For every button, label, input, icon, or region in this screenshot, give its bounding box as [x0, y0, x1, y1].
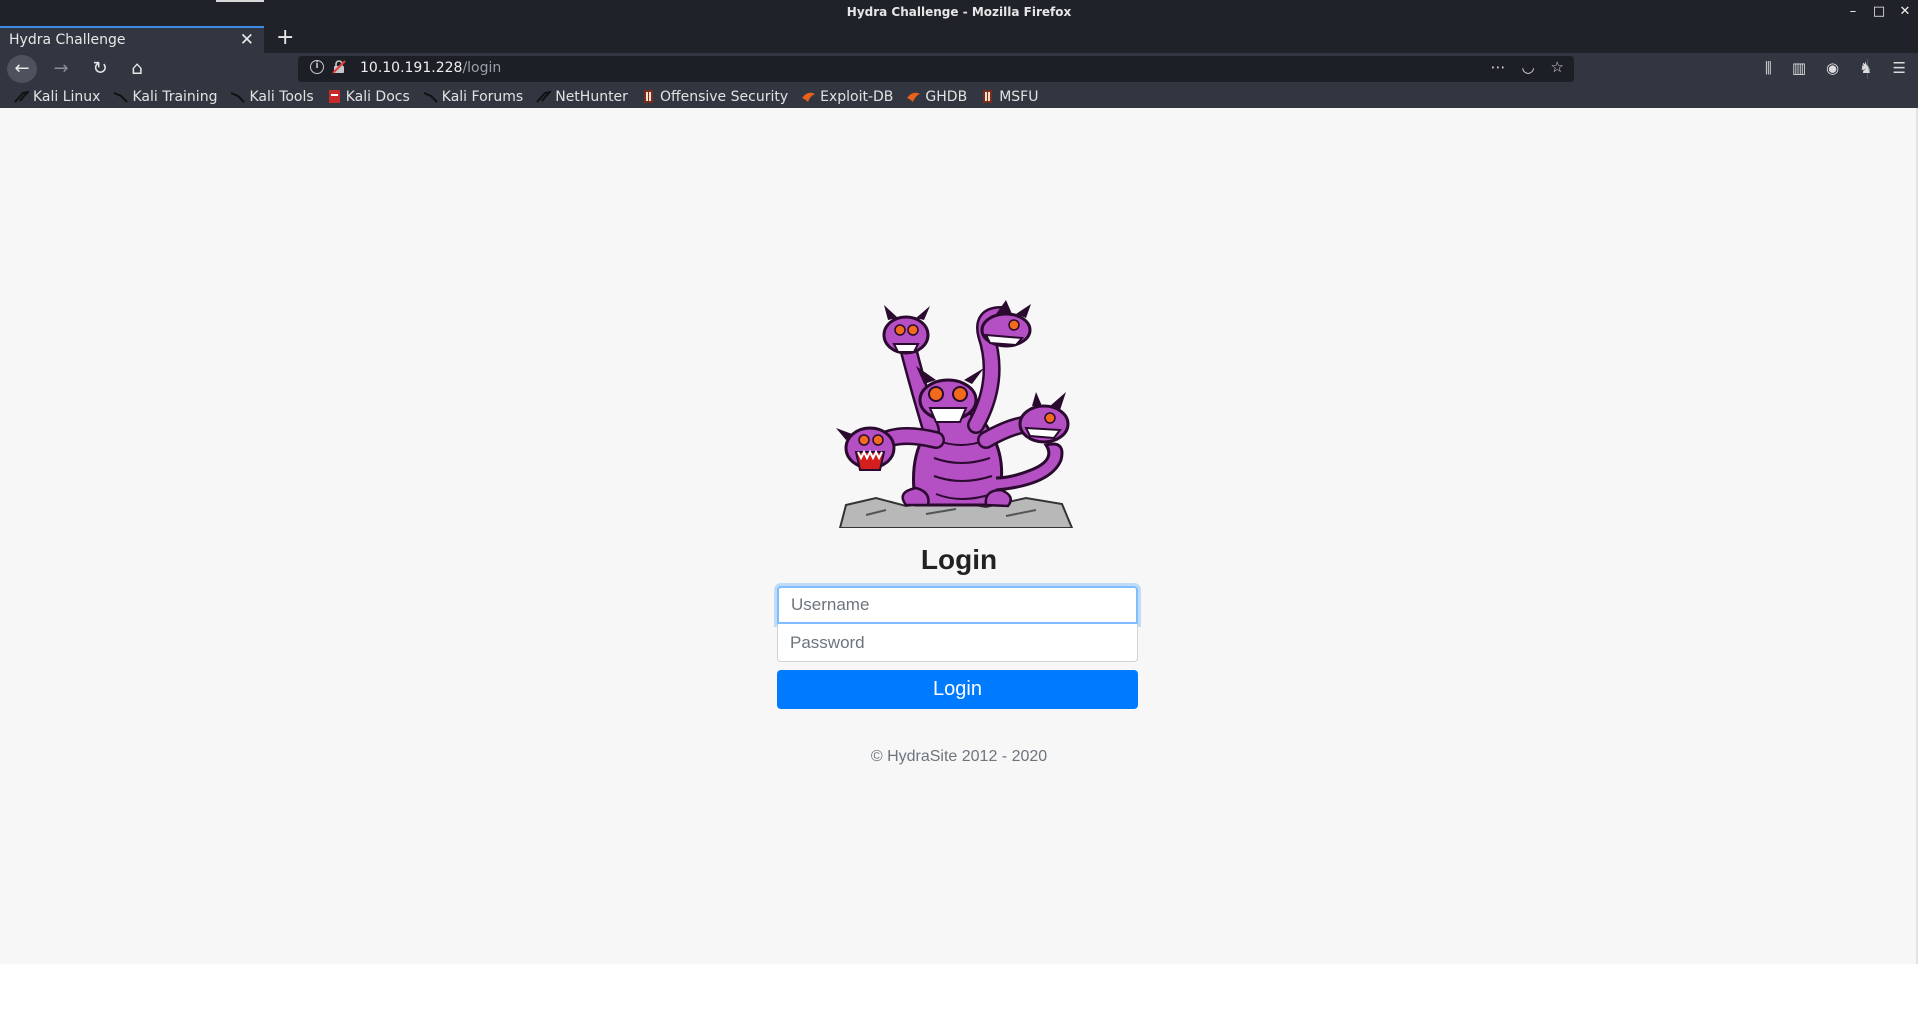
home-button[interactable]: ⌂ [124, 57, 150, 81]
bookmark-label: Kali Tools [249, 88, 314, 105]
tab-close-icon[interactable]: ✕ [240, 30, 254, 50]
titlebar-accent [216, 0, 264, 2]
bookmark-ghdb[interactable]: GHDB [906, 89, 967, 105]
new-tab-button[interactable]: + [276, 27, 294, 49]
url-text[interactable]: 10.10.191.228/login [360, 60, 501, 76]
bookmark-exploit-db[interactable]: Exploit-DB [801, 89, 893, 105]
site-info-icon[interactable]: i [310, 60, 324, 74]
window-titlebar: Hydra Challenge - Mozilla Firefox – □ ✕ [0, 0, 1918, 26]
login-button[interactable]: Login [777, 670, 1138, 709]
bookmark-label: Kali Docs [345, 88, 410, 105]
url-host: 10.10.191.228 [360, 60, 463, 76]
hydra-head [1018, 392, 1070, 444]
bookmark-msfu[interactable]: MSFU [980, 89, 1038, 105]
bottom-blank-area [0, 964, 1918, 1016]
hydra-logo-image [836, 300, 1074, 528]
menu-icon[interactable]: ☰ [1893, 59, 1906, 77]
footer-copyright: © HydraSite 2012 - 2020 [870, 748, 1048, 765]
exploit-db-icon [802, 92, 816, 102]
back-button[interactable]: ← [7, 55, 37, 83]
minimize-button[interactable]: – [1846, 3, 1860, 21]
page-content: Login Login © HydraSite 2012 - 2020 [0, 108, 1918, 964]
library-icon[interactable]: ⫼ [1765, 59, 1772, 77]
tab-hydra-challenge[interactable]: Hydra Challenge ✕ [0, 26, 264, 53]
bookmarks-toolbar: Kali Linux Kali Training Kali Tools Kali… [0, 85, 1918, 108]
navigation-toolbar: ← → ↻ ⌂ i 10.10.191.228/login ⋯ ◡ ☆ ⫼ ▥ … [0, 53, 1918, 85]
maximize-button[interactable]: □ [1872, 3, 1886, 21]
url-path: /login [462, 60, 502, 76]
bookmark-kali-docs[interactable]: Kali Docs [327, 89, 410, 105]
bookmark-kali-training[interactable]: Kali Training [113, 89, 217, 105]
password-input[interactable] [777, 624, 1138, 662]
forward-button[interactable]: → [48, 57, 74, 81]
bookmark-offensive-security[interactable]: Offensive Security [641, 89, 788, 105]
bookmark-label: GHDB [925, 88, 968, 105]
offsec-icon [643, 90, 653, 103]
close-window-button[interactable]: ✕ [1898, 3, 1912, 21]
kali-dragon-icon [114, 92, 129, 103]
hydra-head [882, 305, 930, 355]
bookmark-kali-linux[interactable]: Kali Linux [14, 89, 100, 105]
bookmark-label: NetHunter [555, 88, 628, 105]
hydra-head [980, 300, 1032, 348]
bookmark-nethunter[interactable]: NetHunter [536, 89, 628, 105]
bookmark-label: Kali Forums [441, 88, 524, 105]
reload-button[interactable]: ↻ [87, 57, 113, 81]
bookmark-kali-forums[interactable]: Kali Forums [423, 89, 523, 105]
toolbar-tools: ⫼ ▥ ◉ ♞ ☰ [1765, 59, 1906, 77]
tab-title: Hydra Challenge [9, 32, 126, 48]
offsec-icon [983, 90, 993, 103]
kali-dragon-icon [231, 92, 246, 103]
account-icon[interactable]: ◉ [1826, 59, 1839, 77]
kali-dragon-icon [14, 90, 29, 103]
exploit-db-icon [907, 92, 921, 102]
bookmark-label: Kali Linux [33, 88, 101, 105]
insecure-lock-icon[interactable] [332, 60, 346, 74]
kali-dragon-icon [536, 90, 552, 103]
window-controls: – □ ✕ [1846, 3, 1912, 21]
bookmark-label: Exploit-DB [820, 88, 894, 105]
login-heading: Login [920, 544, 998, 575]
hydra-head [836, 426, 896, 471]
bookmark-star-icon[interactable]: ☆ [1551, 58, 1564, 76]
pocket-icon[interactable]: ◡ [1521, 58, 1534, 76]
url-actions: ⋯ ◡ ☆ [1490, 58, 1564, 76]
url-bar[interactable]: i 10.10.191.228/login ⋯ ◡ ☆ [298, 56, 1574, 82]
bookmark-label: MSFU [999, 88, 1039, 105]
bookmark-kali-tools[interactable]: Kali Tools [230, 88, 314, 105]
username-input[interactable] [777, 586, 1138, 624]
bookmark-label: Offensive Security [659, 88, 789, 105]
bookmark-label: Kali Training [132, 88, 218, 105]
kali-dragon-icon [423, 92, 438, 103]
kali-docs-icon [328, 90, 340, 103]
sidebar-icon[interactable]: ▥ [1792, 59, 1806, 77]
tab-strip: Hydra Challenge ✕ + [0, 26, 1918, 53]
window-title: Hydra Challenge - Mozilla Firefox [846, 5, 1072, 19]
more-actions-icon[interactable]: ⋯ [1490, 58, 1505, 76]
extension-icon[interactable]: ♞ [1859, 59, 1872, 77]
